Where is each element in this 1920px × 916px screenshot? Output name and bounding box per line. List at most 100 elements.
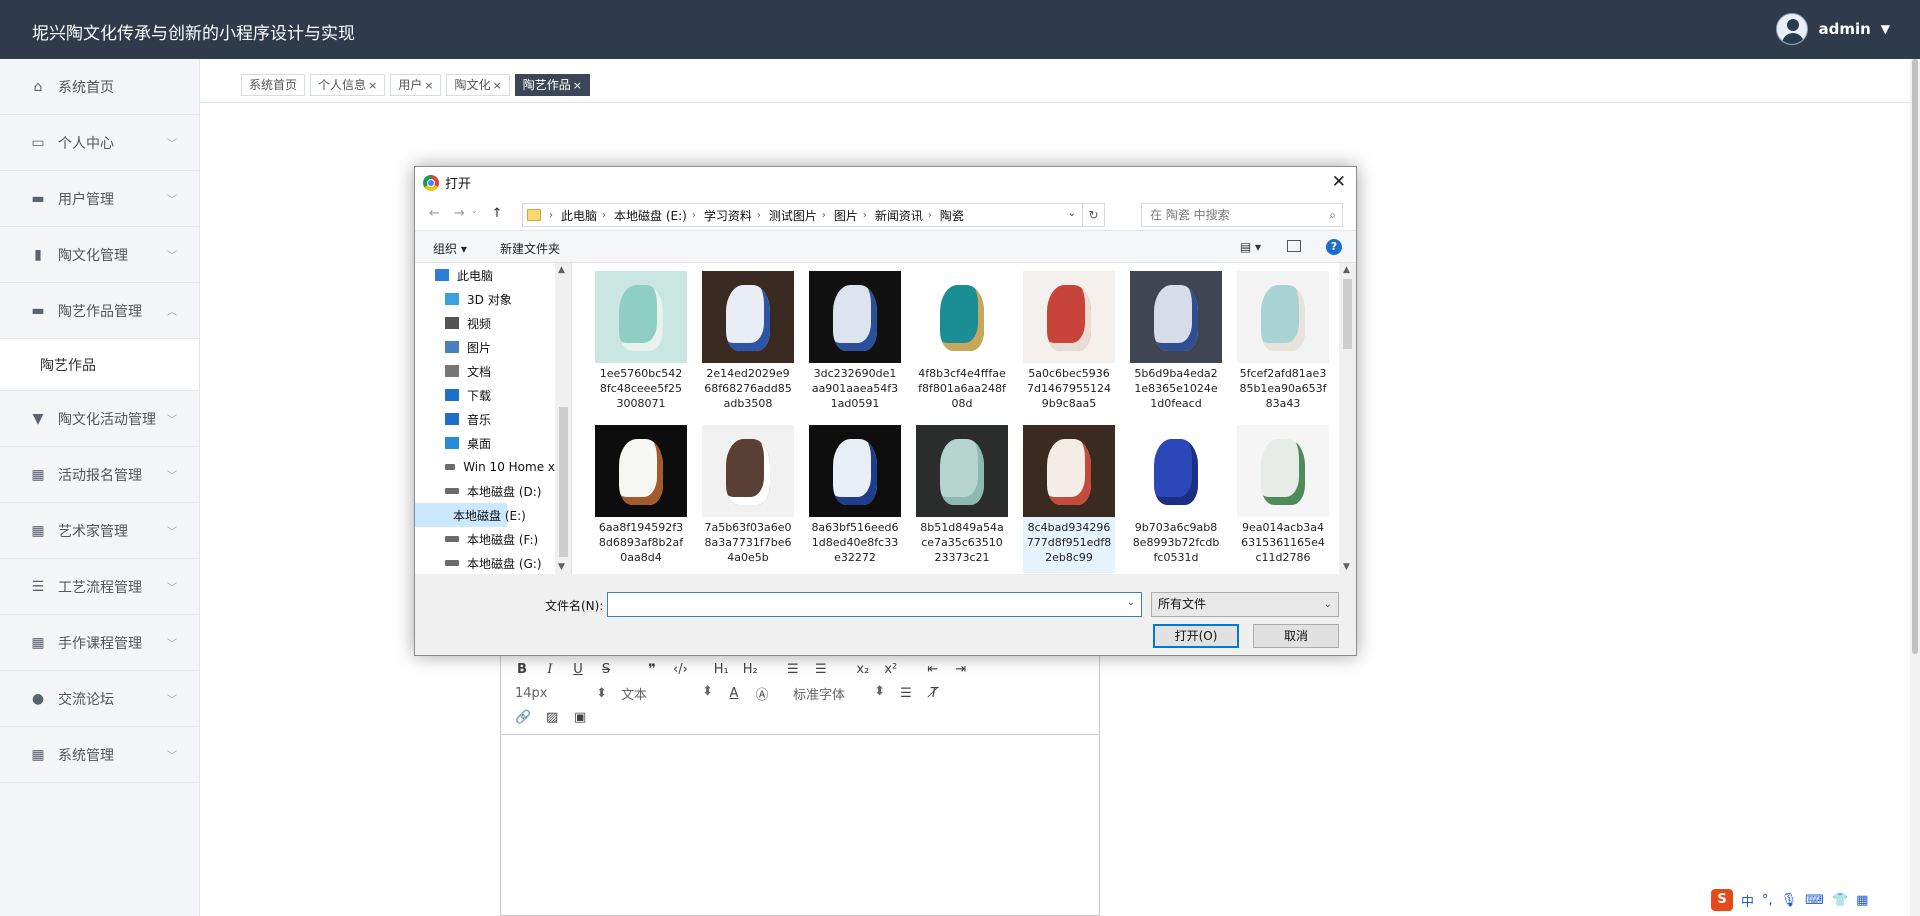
avatar[interactable] [1776,13,1809,45]
file-thumbnail[interactable]: 8b51d849a54ace7a35c6351023373c21 [916,425,1008,573]
toolbox-icon[interactable]: ▦ [1856,893,1868,908]
video-icon[interactable]: ▣ [573,710,587,725]
font-color-icon[interactable]: A [727,686,741,701]
file-thumbnail[interactable]: 8c4bad934296777d8f951edf82eb8c99 [1023,425,1115,573]
outdent-icon[interactable]: ⇤ [926,662,940,677]
heading2-icon[interactable]: H₂ [743,662,758,677]
file-thumbnail[interactable]: 3dc232690de1aa901aaea54f31ad0591 [809,271,901,419]
text-type-select[interactable]: 文本 ⬍ [621,684,713,703]
page-scrollbar[interactable] [1910,59,1920,916]
close-icon[interactable]: ✕ [1332,172,1346,192]
tab-item[interactable]: 用户 × [390,74,442,96]
microphone-icon[interactable]: 🎙 [1781,893,1798,908]
sidebar-item[interactable]: ● 交流论坛 ﹀ [0,671,199,727]
sidebar-item[interactable]: ▬ 陶艺作品管理 ︿ [0,283,199,339]
tree-item[interactable]: Win 10 Home x [415,455,555,479]
search-input[interactable]: 在 陶瓷 中搜索 ⌕ [1141,203,1343,227]
quote-icon[interactable]: ❞ [645,662,659,677]
file-thumbnail[interactable]: 9b703a6c9ab88e8993b72fcdbfc0531d [1130,425,1222,573]
files-scrollbar-thumb[interactable] [1343,279,1352,349]
italic-icon[interactable]: I [543,662,557,677]
sogou-logo-icon[interactable]: S [1711,889,1733,911]
ordered-list-icon[interactable]: ☰ [786,662,800,677]
breadcrumb-item[interactable]: 学习资料 [704,207,752,224]
file-thumbnail[interactable]: 5fcef2afd81ae385b1ea90a653f83a43 [1237,271,1329,419]
file-thumbnail[interactable]: 9ea014acb3a46315361165e4c11d2786 [1237,425,1329,573]
username[interactable]: admin [1818,20,1870,38]
align-icon[interactable]: ☰ [899,686,913,701]
up-icon[interactable]: ↑ [492,206,503,221]
tree-item[interactable]: 本地磁盘 (D:) [415,479,555,503]
tree-item[interactable]: 下载 [415,383,555,407]
breadcrumb-item[interactable]: 此电脑 [561,207,597,224]
tab-item[interactable]: 陶文化 × [446,74,510,96]
link-icon[interactable]: 🔗 [515,710,531,725]
file-thumbnail[interactable]: 8a63bf516eed61d8ed40e8fc33e32272 [809,425,901,573]
tab-item[interactable]: 系统首页 [241,74,306,96]
punctuation-icon[interactable]: °, [1762,893,1773,908]
strikethrough-icon[interactable]: S [599,662,613,677]
file-thumbnail[interactable]: 5a0c6bec59367d14679551249b9c8aa5 [1023,271,1115,419]
scroll-up-icon[interactable]: ▲ [1343,265,1350,275]
tree-scrollbar[interactable]: ▲ ▼ [555,263,572,574]
filetype-select[interactable]: 所有文件 ⌄ [1151,592,1339,617]
address-bar[interactable]: › 此电脑 › 本地磁盘 (E:) › 学习资料 › 测试图片 › 图片 › 新闻资讯 › 陶瓷 ⌄ ↻ [522,203,1105,227]
skin-icon[interactable]: 👕 [1832,893,1848,908]
tree-item[interactable]: 3D 对象 [415,287,555,311]
new-folder-button[interactable]: 新建文件夹 [500,240,560,257]
sidebar-item[interactable]: ▮ 陶文化管理 ﹀ [0,227,199,283]
forward-icon[interactable]: → [454,206,465,221]
sidebar-item[interactable]: ☰ 工艺流程管理 ﹀ [0,559,199,615]
sidebar-item[interactable]: ▦ 活动报名管理 ﹀ [0,447,199,503]
subscript-icon[interactable]: x₂ [856,662,870,677]
file-thumbnail[interactable]: 4f8b3cf4e4fffaef8f801a6aa248f08d [916,271,1008,419]
chevron-down-icon[interactable]: ⌄ [1068,208,1076,219]
tree-item[interactable]: 音乐 [415,407,555,431]
sidebar-item[interactable]: ▦ 手作课程管理 ﹀ [0,615,199,671]
tree-item[interactable]: 图片 [415,335,555,359]
open-button[interactable]: 打开(O) [1153,624,1239,648]
file-thumbnail[interactable]: 2e14ed2029e968f68276add85adb3508 [702,271,794,419]
sidebar-item[interactable]: ▦ 系统管理 ﹀ [0,727,199,783]
scroll-up-icon[interactable]: ▲ [558,265,565,275]
code-icon[interactable]: ‹/› [673,662,688,677]
tree-item[interactable]: 视频 [415,311,555,335]
breadcrumb-item[interactable]: 图片 [834,207,858,224]
chevron-down-icon[interactable]: ⌄ [1127,597,1135,608]
sidebar-subitem[interactable]: 陶艺作品 [0,339,199,391]
tab-item[interactable]: 个人信息 × [310,74,386,96]
preview-pane-icon[interactable] [1287,240,1301,252]
file-thumbnail[interactable]: 6aa8f194592f38d6893af8b2af0aa8d4 [595,425,687,573]
filename-input[interactable]: ⌄ [607,592,1142,617]
breadcrumb-item[interactable]: 陶瓷 [940,207,964,224]
tree-item[interactable]: 文档 [415,359,555,383]
bold-icon[interactable]: B [515,662,529,677]
file-thumbnail[interactable]: 5b6d9ba4eda21e8365e1024e1d0feacd [1130,271,1222,419]
cancel-button[interactable]: 取消 [1253,624,1339,648]
breadcrumb-item[interactable]: 新闻资讯 [875,207,923,224]
heading1-icon[interactable]: H₁ [714,662,729,677]
scroll-down-icon[interactable]: ▼ [1343,562,1350,572]
tree-item[interactable]: 此电脑 [415,263,555,287]
sidebar-item[interactable]: ▼ 陶文化活动管理 ﹀ [0,391,199,447]
indent-icon[interactable]: ⇥ [954,662,968,677]
user-menu[interactable]: admin ▼ [1776,13,1890,45]
scroll-down-icon[interactable]: ▼ [558,562,565,572]
sidebar-item[interactable]: ▬ 用户管理 ﹀ [0,171,199,227]
close-icon[interactable]: × [368,79,377,92]
tree-item[interactable]: 本地磁盘 (F:) [415,527,555,551]
rich-text-editor[interactable]: B I U S ❞ ‹/› H₁ H₂ ☰ ☰ x₂ x² ⇤ ⇥ 14px ⬍ … [500,650,1100,916]
ime-mode-toggle[interactable]: 中 [1741,891,1754,910]
file-thumbnail[interactable]: 1ee5760bc5428fc48ceee5f253008071 [595,271,687,419]
font-size-select[interactable]: 14px ⬍ [515,686,607,701]
tree-item[interactable]: 本地磁盘 (G:) [415,551,555,574]
font-family-select[interactable]: 标准字体 ⬍ [793,684,885,703]
sidebar-item[interactable]: ▦ 艺术家管理 ﹀ [0,503,199,559]
organize-button[interactable]: 组织 ▾ [433,240,467,257]
tab-item[interactable]: 陶艺作品 × [514,74,590,96]
help-icon[interactable]: ? [1326,239,1342,255]
caret-down-icon[interactable]: ▼ [1881,22,1890,36]
view-options-icon[interactable]: ▤ ▾ [1240,240,1261,254]
breadcrumb-item[interactable]: 测试图片 [769,207,817,224]
underline-icon[interactable]: U [571,662,585,677]
